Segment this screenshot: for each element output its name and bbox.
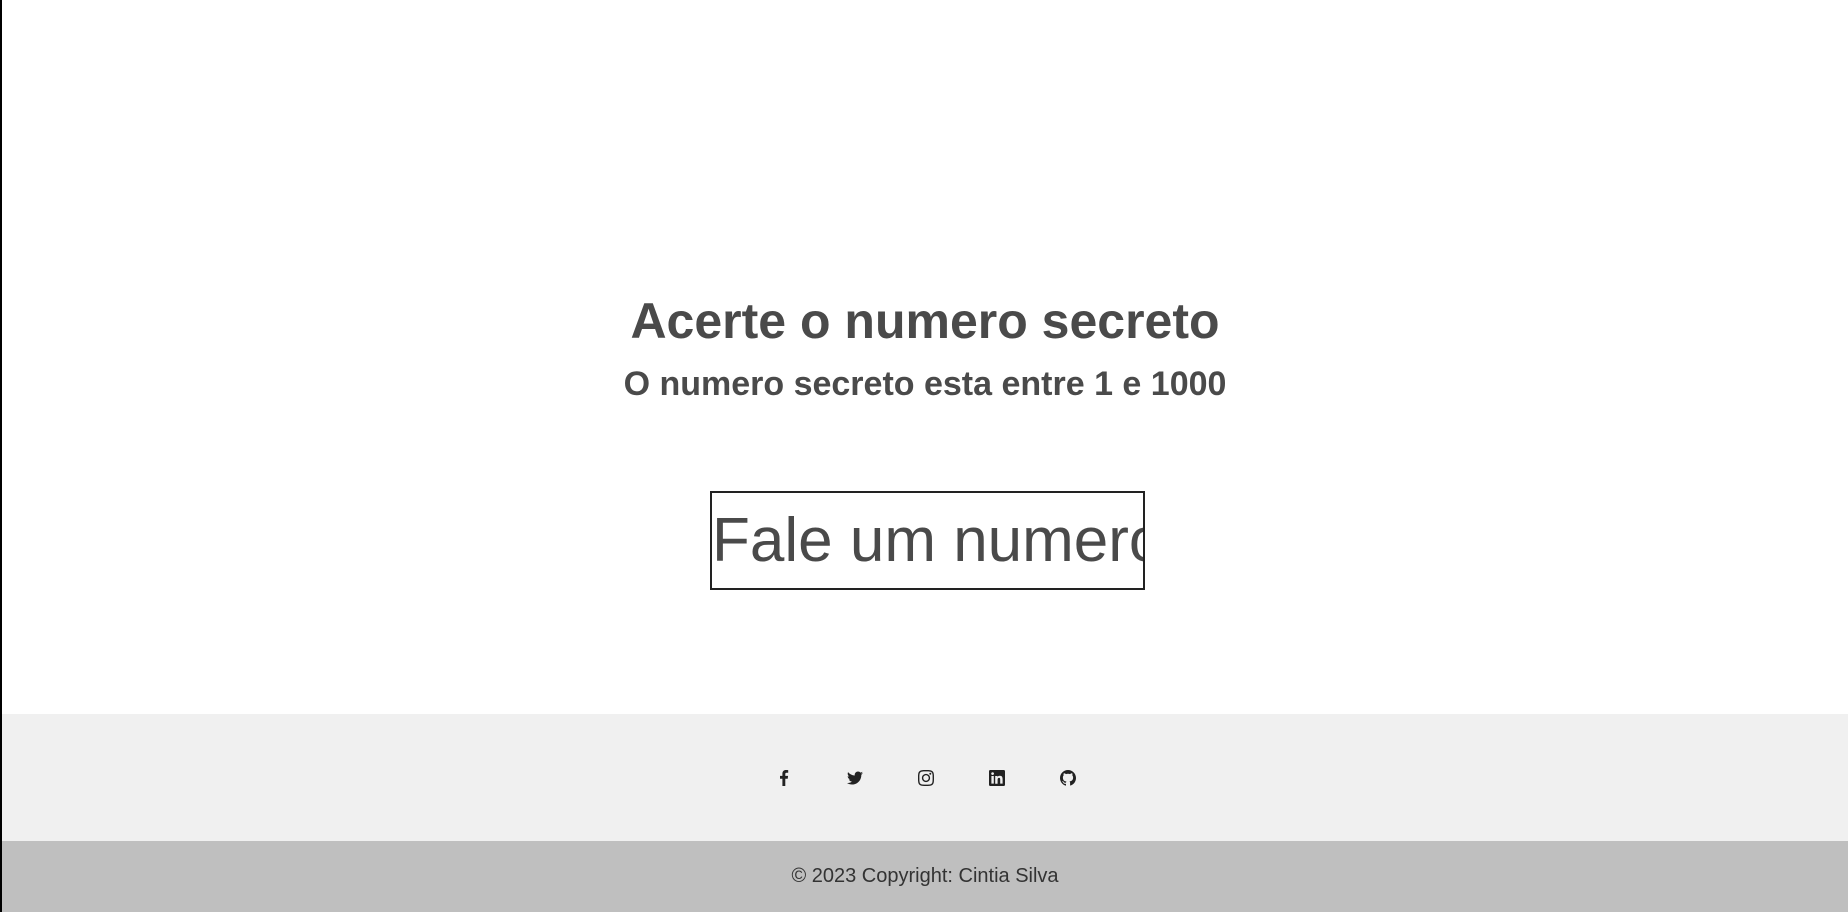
linkedin-icon[interactable] xyxy=(981,762,1013,794)
guess-input[interactable] xyxy=(710,491,1145,590)
social-bar xyxy=(2,714,1848,841)
facebook-icon[interactable] xyxy=(768,762,800,794)
copyright-bar: © 2023 Copyright: Cintia Silva xyxy=(2,841,1848,912)
copyright-text: © 2023 Copyright: Cintia Silva xyxy=(791,865,1059,887)
page-subtitle: O numero secreto esta entre 1 e 1000 xyxy=(623,365,1227,403)
page-title: Acerte o numero secreto xyxy=(630,293,1220,349)
main-content: Acerte o numero secreto O numero secreto… xyxy=(2,0,1848,714)
instagram-icon[interactable] xyxy=(910,762,942,794)
twitter-icon[interactable] xyxy=(839,762,871,794)
github-icon[interactable] xyxy=(1052,762,1084,794)
page: Acerte o numero secreto O numero secreto… xyxy=(0,0,1848,912)
social-links xyxy=(768,762,1084,794)
